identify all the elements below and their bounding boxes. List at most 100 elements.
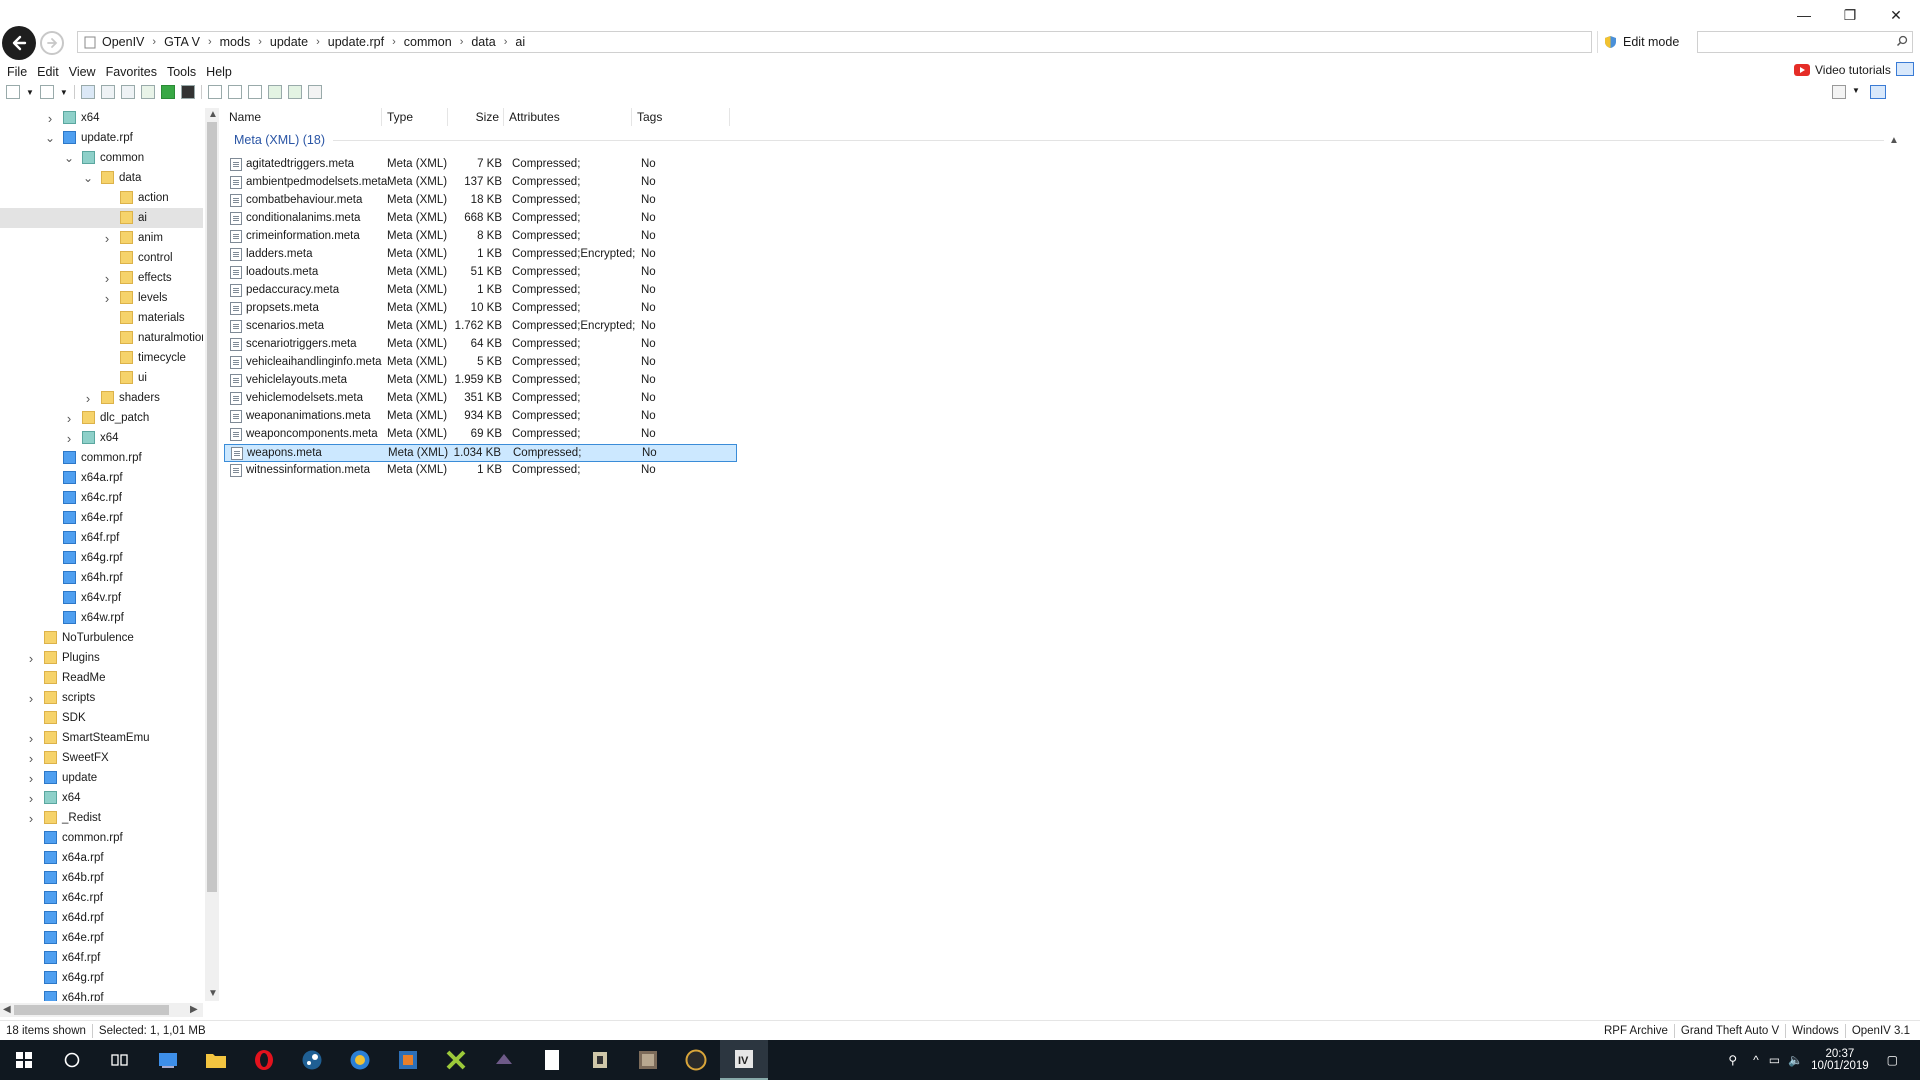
tree-item[interactable]: ⌄ data — [0, 168, 203, 188]
tree-item[interactable]: control — [0, 248, 203, 268]
network-icon[interactable]: ▭ — [1769, 1053, 1780, 1067]
column-header-size[interactable]: Size — [448, 108, 504, 126]
search-input[interactable] — [1697, 31, 1913, 53]
tree-item[interactable]: NoTurbulence — [0, 628, 203, 648]
task-view-button[interactable] — [96, 1040, 144, 1080]
tree-item[interactable]: › SweetFX — [0, 748, 203, 768]
tree-item[interactable]: x64c.rpf — [0, 888, 203, 908]
chevron-right-icon[interactable]: › — [26, 691, 36, 706]
chevron-right-icon[interactable]: › — [102, 271, 112, 286]
tree-item[interactable]: x64b.rpf — [0, 868, 203, 888]
chevron-up-icon[interactable]: ▲ — [1884, 135, 1904, 146]
chevron-right-icon[interactable]: › — [45, 111, 55, 126]
scroll-right-icon[interactable]: ▶ — [190, 1004, 198, 1015]
settings-icon[interactable] — [307, 85, 322, 99]
tree-item[interactable]: x64h.rpf — [0, 568, 203, 588]
stop-icon[interactable] — [180, 85, 195, 99]
tree-item[interactable]: › x64 — [0, 788, 203, 808]
tree-item[interactable]: ⌄ common — [0, 148, 203, 168]
file-row[interactable]: conditionalanims.meta Meta (XML) 668 KB Com… — [224, 210, 737, 228]
file-row[interactable]: vehicleaihandlinginfo.meta Meta (XML) 5 KB… — [224, 354, 737, 372]
file-row[interactable]: ladders.meta Meta (XML) 1 KB Compressed;Enc… — [224, 246, 737, 264]
tree-item[interactable]: x64g.rpf — [0, 548, 203, 568]
breadcrumb-common[interactable]: common — [404, 35, 452, 49]
tree-scroll-thumb[interactable] — [207, 122, 217, 892]
file-row[interactable]: loadouts.meta Meta (XML) 51 KB Compressed; N… — [224, 264, 737, 282]
tree-item[interactable]: x64f.rpf — [0, 528, 203, 548]
file-row[interactable]: vehiclelayouts.meta Meta (XML) 1.959 KB Com… — [224, 372, 737, 390]
chevron-right-icon[interactable]: › — [26, 751, 36, 766]
back-button[interactable] — [2, 26, 36, 60]
chevron-right-icon[interactable]: › — [26, 731, 36, 746]
file-row[interactable]: vehiclemodelsets.meta Meta (XML) 351 KB Com… — [224, 390, 737, 408]
tree-item[interactable]: action — [0, 188, 203, 208]
chevron-down-icon[interactable]: ⌄ — [64, 151, 74, 165]
menu-tools[interactable]: Tools — [167, 63, 202, 81]
chevron-right-icon[interactable]: › — [102, 231, 112, 246]
tree-item[interactable]: timecycle — [0, 348, 203, 368]
import-icon[interactable] — [267, 85, 282, 99]
file-row[interactable]: weaponcomponents.meta Meta (XML) 69 KB Comp… — [224, 426, 737, 444]
clock[interactable]: 20:37 10/01/2019 — [1811, 1048, 1869, 1072]
tree-item[interactable]: › Plugins — [0, 648, 203, 668]
tree-item[interactable]: › _Redist — [0, 808, 203, 828]
tree-item[interactable]: x64w.rpf — [0, 608, 203, 628]
file-row[interactable]: pedaccuracy.meta Meta (XML) 1 KB Compressed… — [224, 282, 737, 300]
menu-help[interactable]: Help — [206, 63, 238, 81]
chevron-right-icon[interactable]: › — [26, 791, 36, 806]
scroll-down-icon[interactable]: ▼ — [208, 988, 218, 999]
tree-item[interactable]: ⌄ update.rpf — [0, 128, 203, 148]
tree-item[interactable]: SDK — [0, 708, 203, 728]
tree-item[interactable]: x64e.rpf — [0, 508, 203, 528]
tree-item[interactable]: x64g.rpf — [0, 968, 203, 988]
file-row[interactable]: combatbehaviour.meta Meta (XML) 18 KB Compr… — [224, 192, 737, 210]
preview-pane-icon[interactable] — [1870, 85, 1886, 99]
file-row[interactable]: ambientpedmodelsets.meta Meta (XML) 137 KB… — [224, 174, 737, 192]
chevron-right-icon[interactable]: › — [64, 411, 74, 426]
file-row[interactable]: scenariotriggers.meta Meta (XML) 64 KB Comp… — [224, 336, 737, 354]
dropdown-arrow-icon[interactable]: ▼ — [60, 88, 68, 97]
tree-item[interactable]: x64e.rpf — [0, 928, 203, 948]
breadcrumb-gtav[interactable]: GTA V — [164, 35, 200, 49]
chevron-right-icon[interactable]: › — [26, 811, 36, 826]
tree-item[interactable]: x64h.rpf — [0, 988, 203, 1001]
layout-toggle-icon[interactable] — [1896, 62, 1914, 76]
copy-icon[interactable] — [100, 85, 115, 99]
delete-icon[interactable] — [247, 85, 262, 99]
chevron-right-icon[interactable]: › — [26, 771, 36, 786]
openiv-app[interactable]: IV — [720, 1040, 768, 1080]
properties-icon[interactable] — [120, 85, 135, 99]
menu-view[interactable]: View — [69, 63, 102, 81]
column-header-type[interactable]: Type — [382, 108, 448, 126]
chevron-right-icon[interactable]: › — [83, 391, 93, 406]
breadcrumb-openiv[interactable]: OpenIV — [102, 35, 144, 49]
find-icon[interactable] — [207, 85, 222, 99]
breadcrumb-update[interactable]: update — [270, 35, 308, 49]
tree-item[interactable]: › x64 — [0, 108, 203, 128]
volume-icon[interactable]: 🔈 — [1788, 1053, 1803, 1067]
file-row[interactable]: witnessinformation.meta Meta (XML) 1 KB Com… — [224, 462, 737, 480]
dark-app[interactable] — [480, 1040, 528, 1080]
breadcrumb-data[interactable]: data — [471, 35, 495, 49]
tree-item[interactable]: x64d.rpf — [0, 908, 203, 928]
tree-hscroll-thumb[interactable] — [14, 1005, 169, 1015]
tree-item[interactable]: › effects — [0, 268, 203, 288]
minimize-button[interactable]: — — [1784, 4, 1824, 26]
restore-button[interactable]: ❐ — [1830, 4, 1870, 26]
tree-item[interactable]: common.rpf — [0, 828, 203, 848]
tree-item[interactable]: x64a.rpf — [0, 848, 203, 868]
tree-item[interactable]: ReadMe — [0, 668, 203, 688]
dropdown-arrow-icon[interactable]: ▼ — [1852, 86, 1860, 95]
menu-file[interactable]: File — [7, 63, 33, 81]
gear-app[interactable] — [576, 1040, 624, 1080]
tree-item[interactable]: › scripts — [0, 688, 203, 708]
run-icon[interactable] — [160, 85, 175, 99]
opera-app[interactable] — [240, 1040, 288, 1080]
blue-app[interactable] — [384, 1040, 432, 1080]
edit-mode-button[interactable]: Edit mode — [1597, 31, 1689, 53]
file-row[interactable]: agitatedtriggers.meta Meta (XML) 7 KB Compr… — [224, 156, 737, 174]
video-tutorials-link[interactable]: Video tutorials — [1794, 63, 1891, 77]
file-row[interactable]: crimeinformation.meta Meta (XML) 8 KB Compr… — [224, 228, 737, 246]
breadcrumb-mods[interactable]: mods — [220, 35, 251, 49]
explorer-app[interactable] — [144, 1040, 192, 1080]
